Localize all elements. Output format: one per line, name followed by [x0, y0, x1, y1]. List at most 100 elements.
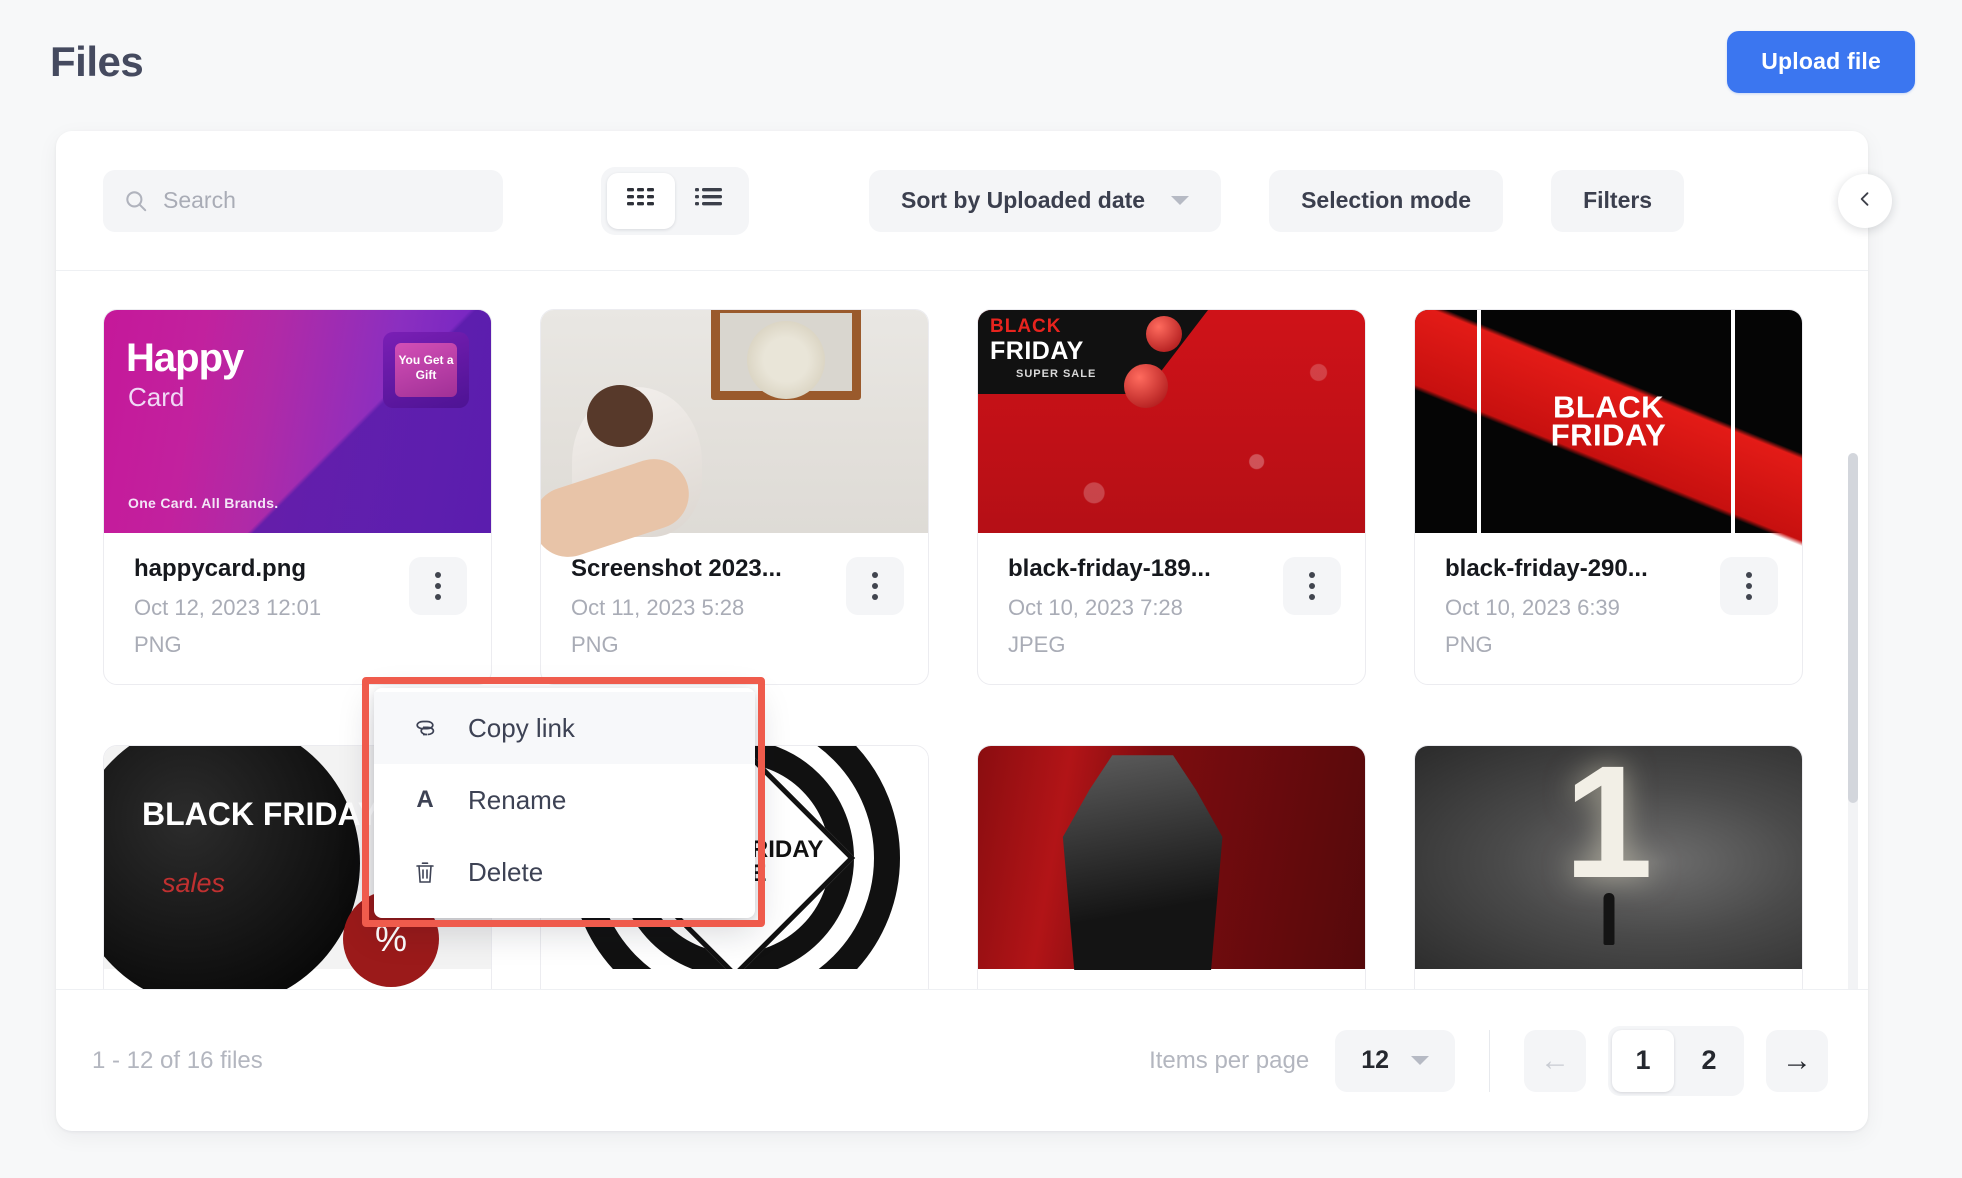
page-number-1[interactable]: 1 — [1612, 1029, 1674, 1092]
clock-frame — [711, 310, 862, 400]
grid-view-button[interactable] — [607, 172, 675, 229]
bf1-top-text: BLACK — [990, 316, 1062, 337]
list-view-button[interactable] — [675, 173, 743, 229]
file-type: PNG — [1445, 631, 1493, 657]
person-silhouette — [1603, 893, 1614, 946]
file-context-menu: Copy link A Rename Delete — [374, 688, 755, 918]
file-thumbnail-blackfriday-290: BLACK FRIDAY — [1415, 310, 1802, 583]
pagination-footer: 1 - 12 of 16 files Items per page 12 ← 1… — [56, 989, 1868, 1131]
text-format-icon: A — [408, 786, 442, 814]
search-box[interactable] — [103, 169, 503, 232]
kebab-dot — [1309, 572, 1315, 578]
happycard-subtitle: Card — [128, 382, 185, 412]
file-info: Screenshot 2023... Oct 11, 2023 5:28 PNG — [571, 553, 782, 658]
file-card-body — [1415, 969, 1802, 989]
files-panel: Sort by Uploaded date Selection mode Fil… — [56, 131, 1892, 1131]
file-date: Oct 10, 2023 6:39 — [1445, 595, 1620, 621]
view-mode-toggle — [601, 166, 749, 235]
items-per-page-select[interactable]: 12 — [1335, 1029, 1455, 1092]
list-icon — [694, 186, 724, 215]
grid-scrollbar-thumb[interactable] — [1848, 453, 1858, 803]
items-per-page-label: Items per page — [1149, 1046, 1310, 1074]
grid-icon — [626, 186, 656, 215]
file-name: Screenshot 2023... — [571, 555, 782, 582]
collapse-panel-button[interactable] — [1838, 173, 1892, 228]
arrow-left-icon: ← — [1540, 1043, 1570, 1077]
file-menu-button[interactable] — [409, 557, 467, 615]
previous-page-button[interactable]: ← — [1524, 1029, 1586, 1092]
context-menu-item-rename[interactable]: A Rename — [374, 764, 755, 836]
kebab-dot — [1309, 594, 1315, 600]
file-card[interactable]: 1 — [1414, 745, 1803, 989]
white-bar — [1477, 310, 1481, 533]
clock-dial — [747, 321, 826, 399]
file-count-text: 1 - 12 of 16 files — [92, 1046, 263, 1074]
pagination-controls: Items per page 12 ← 1 2 → — [1149, 1025, 1828, 1096]
file-card-body — [541, 969, 928, 989]
filters-button[interactable]: Filters — [1551, 169, 1685, 232]
file-card[interactable]: BLACK FRIDAY black-friday-290... Oct 10,… — [1414, 309, 1803, 686]
ornament — [1124, 364, 1168, 408]
black-disc — [104, 746, 360, 989]
kebab-dot — [435, 594, 441, 600]
file-card-body: black-friday-189... Oct 10, 2023 7:28 JP… — [978, 533, 1365, 684]
search-input[interactable] — [163, 187, 483, 214]
file-name: black-friday-189... — [1008, 555, 1211, 582]
file-name: happycard.png — [134, 555, 307, 582]
file-card-body: happycard.png Oct 12, 2023 12:01 PNG — [104, 533, 491, 684]
page-header: Files Upload file — [0, 0, 1962, 123]
context-menu-item-copy-link[interactable]: Copy link — [374, 692, 755, 764]
file-type: JPEG — [1008, 631, 1066, 657]
file-card[interactable]: Screenshot 2023... Oct 11, 2023 5:28 PNG — [540, 309, 929, 686]
kebab-dot — [872, 583, 878, 589]
kebab-dot — [1746, 583, 1752, 589]
file-type: PNG — [134, 631, 182, 657]
file-card[interactable]: Card You Get a Gift happycard.png Oct 12… — [103, 309, 492, 686]
upload-file-button[interactable]: Upload file — [1727, 30, 1915, 93]
bf3-text: BLACK FRIDAY — [142, 796, 380, 833]
file-card-body — [978, 969, 1365, 989]
context-menu-label: Delete — [468, 856, 544, 887]
ornament — [1146, 316, 1182, 352]
figure-silhouette — [1062, 755, 1223, 971]
file-card[interactable]: BLACK FRIDAY SUPER SALE black-friday-189… — [977, 309, 1366, 686]
file-thumbnail-number-one: 1 — [1415, 745, 1802, 970]
gift-badge: You Get a Gift — [383, 332, 469, 408]
items-per-page-value: 12 — [1361, 1046, 1389, 1074]
context-menu-item-delete[interactable]: Delete — [374, 836, 755, 908]
kebab-dot — [872, 594, 878, 600]
context-menu-label: Rename — [468, 784, 567, 815]
file-type: PNG — [571, 631, 619, 657]
context-menu-label: Copy link — [468, 712, 575, 743]
letter-a-glyph: A — [416, 786, 434, 813]
bf3-sales-text: sales — [162, 868, 226, 899]
chevron-left-icon — [1855, 189, 1875, 212]
file-date: Oct 10, 2023 7:28 — [1008, 595, 1183, 621]
file-date: Oct 12, 2023 12:01 — [134, 595, 322, 621]
baby-head — [587, 385, 654, 447]
grid-scrollbar-track[interactable] — [1848, 453, 1858, 989]
sort-by-label: Sort by Uploaded date — [901, 187, 1146, 213]
arrow-right-icon: → — [1782, 1043, 1812, 1077]
gift-badge-text: You Get a Gift — [395, 343, 457, 397]
page-number-2[interactable]: 2 — [1678, 1030, 1740, 1092]
file-info: happycard.png Oct 12, 2023 12:01 PNG — [134, 553, 321, 658]
trash-icon — [408, 859, 442, 886]
white-bar — [1731, 310, 1735, 533]
kebab-dot — [1309, 583, 1315, 589]
file-grid: Card You Get a Gift happycard.png Oct 12… — [103, 309, 1821, 989]
selection-mode-button[interactable]: Selection mode — [1269, 169, 1504, 232]
file-card[interactable] — [977, 745, 1366, 989]
sort-by-button[interactable]: Sort by Uploaded date — [869, 169, 1222, 232]
file-date: Oct 11, 2023 5:28 — [571, 595, 745, 621]
bf1-mid-text: FRIDAY — [990, 337, 1084, 365]
chevron-down-icon — [1411, 1056, 1429, 1065]
file-menu-button[interactable] — [846, 557, 904, 615]
one-number: 1 — [1564, 745, 1653, 912]
file-menu-button[interactable] — [1283, 557, 1341, 615]
search-icon — [123, 188, 149, 214]
toolbar: Sort by Uploaded date Selection mode Fil… — [56, 131, 1892, 271]
file-card-body: Screenshot 2023... Oct 11, 2023 5:28 PNG — [541, 533, 928, 684]
next-page-button[interactable]: → — [1766, 1029, 1828, 1092]
file-thumbnail-screenshot — [541, 310, 928, 567]
